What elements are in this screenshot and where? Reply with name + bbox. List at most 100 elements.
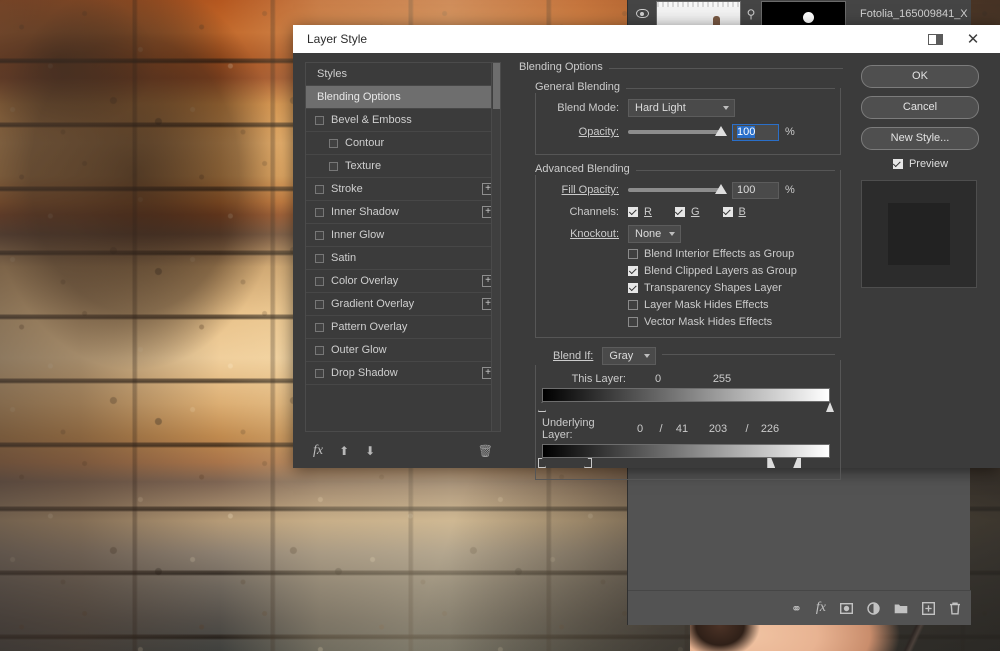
style-row-contour[interactable]: Contour (306, 132, 500, 155)
underlying-black-marker[interactable] (538, 458, 546, 468)
layer-row[interactable]: ⚲ Fotolia_165009841_X (628, 0, 971, 27)
channel-checkbox[interactable] (674, 207, 685, 217)
ok-button[interactable]: OK (861, 65, 979, 88)
underlying-black-split-value: 41 (675, 423, 689, 435)
advanced-option-checkbox[interactable] (628, 266, 638, 276)
style-row-satin[interactable]: Satin (306, 247, 500, 270)
fx-icon[interactable]: fx (816, 601, 826, 615)
channel-g[interactable]: G (674, 205, 700, 219)
advanced-option-transparency-shapes-layer[interactable]: Transparency Shapes Layer (628, 281, 832, 295)
link-layers-icon[interactable]: ⚭ (791, 602, 802, 615)
preview-toggle[interactable]: Preview (861, 158, 980, 170)
new-group-icon[interactable] (894, 602, 908, 614)
styles-scrollbar[interactable] (491, 63, 500, 431)
style-enable-checkbox[interactable] (329, 161, 338, 171)
underlying-white-marker[interactable] (767, 458, 776, 468)
new-style-button[interactable]: New Style... (861, 127, 979, 150)
this-layer-slider[interactable] (538, 388, 834, 413)
preview-checkbox[interactable] (892, 159, 903, 169)
layers-panel-footer[interactable]: ⚭ fx (628, 590, 971, 625)
styles-toolbar[interactable]: fx ⬆ ⬇ 🗑 (305, 435, 501, 468)
style-row-bevel-emboss[interactable]: Bevel & Emboss (306, 109, 500, 132)
channel-checkbox[interactable] (722, 207, 733, 217)
style-enable-checkbox[interactable] (315, 207, 324, 217)
underlying-white-split-marker[interactable] (793, 458, 802, 468)
layer-visibility-toggle[interactable] (628, 9, 656, 18)
style-enable-checkbox[interactable] (315, 184, 324, 194)
channel-checkbox[interactable] (628, 207, 638, 217)
channels-checkboxes: RGB (628, 205, 746, 219)
this-layer-black-marker[interactable] (538, 402, 546, 412)
fill-opacity-input[interactable]: 100 (732, 181, 779, 199)
blend-if-select[interactable]: Gray (602, 347, 657, 365)
advanced-option-vector-mask-hides-effects[interactable]: Vector Mask Hides Effects (628, 315, 832, 329)
channel-b[interactable]: B (722, 205, 746, 219)
opacity-input[interactable]: 100 (732, 123, 779, 141)
style-enable-checkbox[interactable] (315, 276, 324, 286)
style-row-texture[interactable]: Texture (306, 155, 500, 178)
style-row-label: Blending Options (317, 91, 401, 103)
advanced-option-blend-clipped-layers-as-group[interactable]: Blend Clipped Layers as Group (628, 264, 832, 278)
style-enable-checkbox[interactable] (315, 253, 324, 263)
style-enable-checkbox[interactable] (315, 368, 324, 378)
advanced-option-checkbox[interactable] (628, 300, 638, 310)
style-row-drop-shadow[interactable]: Drop Shadow + (306, 362, 500, 385)
general-blending-body: Blend Mode: Hard Light Opacity: 100 % (535, 88, 841, 155)
layer-mask-thumbnail[interactable] (761, 1, 846, 26)
arrow-up-icon[interactable]: ⬆ (339, 445, 349, 457)
advanced-option-blend-interior-effects-as-group[interactable]: Blend Interior Effects as Group (628, 247, 832, 261)
style-enable-checkbox[interactable] (315, 299, 324, 309)
opacity-row: Opacity: 100 % (536, 122, 832, 142)
preview-swatch (888, 203, 950, 265)
new-layer-icon[interactable] (922, 601, 935, 615)
this-layer-white-marker[interactable] (826, 402, 834, 412)
blend-mode-value: Hard Light (635, 102, 686, 114)
style-enable-checkbox[interactable] (315, 322, 324, 332)
advanced-option-label: Blend Clipped Layers as Group (644, 265, 797, 277)
fx-icon[interactable]: fx (313, 443, 323, 459)
channel-label: B (738, 206, 746, 218)
style-enable-checkbox[interactable] (315, 345, 324, 355)
layer-thumbnail[interactable] (656, 1, 741, 26)
layer-mask-link[interactable]: ⚲ (741, 8, 761, 20)
close-button[interactable]: ✕ (954, 25, 992, 53)
style-row-color-overlay[interactable]: Color Overlay + (306, 270, 500, 293)
advanced-option-checkbox[interactable] (628, 283, 638, 293)
scrollbar-thumb[interactable] (493, 63, 500, 109)
fill-opacity-slider[interactable] (628, 184, 727, 194)
style-enable-checkbox[interactable] (329, 138, 338, 148)
opacity-slider[interactable] (628, 126, 727, 136)
styles-list[interactable]: Styles Blending Options Bevel & Emboss Cont… (305, 62, 501, 432)
opacity-unit: % (785, 126, 795, 138)
fill-opacity-label: Fill Opacity: (561, 184, 619, 196)
knockout-select[interactable]: None (628, 224, 681, 243)
blending-options-legend: Blending Options (519, 61, 609, 73)
dock-button[interactable] (916, 25, 954, 53)
style-row-stroke[interactable]: Stroke + (306, 178, 500, 201)
cancel-button[interactable]: Cancel (861, 96, 979, 119)
layer-mask-icon[interactable] (840, 602, 853, 615)
underlying-layer-slider[interactable] (538, 444, 830, 469)
channel-r[interactable]: R (628, 205, 652, 219)
style-row-blending-options[interactable]: Blending Options (306, 86, 500, 109)
blend-mode-select[interactable]: Hard Light (628, 99, 735, 117)
layer-style-dialog[interactable]: Layer Style ✕ Styles Blending Options Beve… (293, 25, 1000, 480)
style-enable-checkbox[interactable] (315, 115, 324, 125)
style-row-pattern-overlay[interactable]: Pattern Overlay (306, 316, 500, 339)
advanced-option-layer-mask-hides-effects[interactable]: Layer Mask Hides Effects (628, 298, 832, 312)
arrow-down-icon[interactable]: ⬇ (365, 445, 375, 457)
adjustment-layer-icon[interactable] (867, 601, 880, 615)
style-row-styles[interactable]: Styles (306, 63, 500, 86)
trash-icon[interactable]: 🗑 (478, 444, 493, 458)
blending-options-group: Blending Options (519, 61, 849, 73)
style-row-inner-shadow[interactable]: Inner Shadow + (306, 201, 500, 224)
style-row-gradient-overlay[interactable]: Gradient Overlay + (306, 293, 500, 316)
underlying-black-split-marker[interactable] (584, 458, 593, 468)
style-row-outer-glow[interactable]: Outer Glow (306, 339, 500, 362)
style-row-inner-glow[interactable]: Inner Glow (306, 224, 500, 247)
advanced-option-checkbox[interactable] (628, 317, 638, 327)
dialog-titlebar[interactable]: Layer Style ✕ (293, 25, 1000, 53)
advanced-option-checkbox[interactable] (628, 249, 638, 259)
delete-layer-icon[interactable] (949, 602, 961, 615)
style-enable-checkbox[interactable] (315, 230, 324, 240)
